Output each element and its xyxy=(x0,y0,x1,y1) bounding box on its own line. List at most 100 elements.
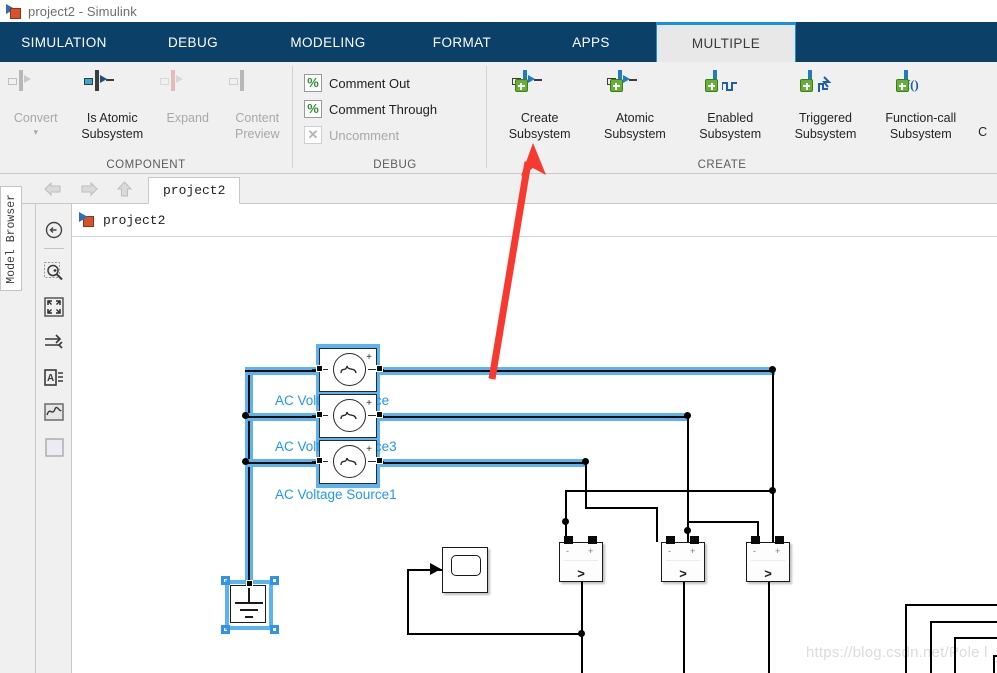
uncomment-button[interactable]: ✕ Uncomment xyxy=(300,122,403,148)
ac-voltage-source-0[interactable]: + xyxy=(312,348,384,392)
ribbon-group-create: Create Subsystem Atomic Subsystem Enable… xyxy=(492,62,997,174)
ac-port-right-3[interactable] xyxy=(376,411,383,418)
enabled-subsystem-label-1: Enabled xyxy=(707,111,754,125)
wire-nested-rect-4-h[interactable] xyxy=(993,655,997,657)
wire-vm1-output[interactable] xyxy=(581,582,583,673)
enabled-subsystem-button[interactable]: Enabled Subsystem xyxy=(683,68,778,142)
scope-block[interactable] xyxy=(442,547,488,593)
navigate-back-icon[interactable] xyxy=(40,216,68,244)
tab-modeling[interactable]: MODELING xyxy=(258,22,398,62)
tab-format[interactable]: FORMAT xyxy=(398,22,526,62)
content-preview-button[interactable]: Content Preview xyxy=(222,68,292,142)
wire-nested-rect-2-h[interactable] xyxy=(930,621,997,623)
blank-area-icon[interactable] xyxy=(40,433,68,461)
ac-port-left-0[interactable] xyxy=(316,365,323,372)
percent-comment-through-icon: % xyxy=(304,100,322,118)
title-bar: project2 - Simulink xyxy=(0,0,997,22)
wire-vm2-pos-drop[interactable] xyxy=(656,507,658,542)
wire-right-horizontal-top[interactable] xyxy=(565,490,774,492)
ac-voltage-source-1-label: AC Voltage Source1 xyxy=(275,487,397,502)
clipped-subsystem-button[interactable]: C xyxy=(968,68,997,140)
wire-right-bus-vertical[interactable] xyxy=(772,369,774,491)
up-arrow-icon[interactable] xyxy=(115,181,133,197)
navigation-bar: project2 xyxy=(0,174,997,204)
wire-row3-to-vm2-pos[interactable] xyxy=(585,507,657,509)
ac-voltage-source-1[interactable]: + xyxy=(312,440,384,484)
comment-out-button[interactable]: % Comment Out xyxy=(300,70,414,96)
convert-dropdown-caret[interactable]: ▾ xyxy=(33,124,38,140)
voltage-measurement-2[interactable]: - + > xyxy=(661,536,705,582)
vm-terminal-minus[interactable] xyxy=(666,536,675,544)
wire-vm1-neg-drop[interactable] xyxy=(565,490,567,542)
wire-nested-rect-3-v[interactable] xyxy=(954,637,956,673)
signal-routing-icon[interactable] xyxy=(40,328,68,356)
wire-vm2-output[interactable] xyxy=(683,582,685,673)
wire-nested-rect-4-v[interactable] xyxy=(993,655,995,673)
zoom-in-icon[interactable] xyxy=(40,258,68,286)
ac-voltage-source-3[interactable]: + xyxy=(312,394,384,438)
back-arrow-icon[interactable] xyxy=(43,181,61,197)
fit-to-view-icon[interactable] xyxy=(40,293,68,321)
comment-through-button[interactable]: % Comment Through xyxy=(300,96,441,122)
is-atomic-subsystem-button[interactable]: Is Atomic Subsystem xyxy=(72,68,153,142)
voltage-measurement-1[interactable]: - + > xyxy=(559,536,603,582)
tab-simulation[interactable]: SIMULATION xyxy=(0,22,128,62)
selection-handle-br[interactable] xyxy=(270,625,279,634)
wire-nested-rect-3-h[interactable] xyxy=(954,637,997,639)
ac-source-polarity: + xyxy=(366,398,372,409)
expand-button[interactable]: Expand xyxy=(153,68,223,126)
wire-vm3-neg-drop[interactable] xyxy=(772,490,774,542)
create-subsystem-label-2: Subsystem xyxy=(508,127,571,141)
vm-terminal-minus[interactable] xyxy=(564,536,573,544)
ribbon-group-title-debug: DEBUG xyxy=(373,159,417,171)
wire-vm2-neg-drop[interactable] xyxy=(687,415,689,542)
vm-terminal-minus[interactable] xyxy=(751,536,760,544)
ac-port-left-3[interactable] xyxy=(316,411,323,418)
vm-terminal-plus[interactable] xyxy=(588,536,597,544)
selected-wire-row1-right-core xyxy=(372,370,775,372)
ac-port-right-1[interactable] xyxy=(376,457,383,464)
tab-multiple[interactable]: MULTIPLE xyxy=(656,22,796,62)
ac-port-left-1[interactable] xyxy=(316,457,323,464)
forward-arrow-icon[interactable] xyxy=(80,181,98,197)
wire-junction xyxy=(769,366,776,373)
wire-nested-rect-1-h[interactable] xyxy=(905,604,997,606)
model-browser-tab[interactable]: Model Browser xyxy=(0,186,22,291)
vm-terminal-plus[interactable] xyxy=(775,536,784,544)
ribbon-divider-2 xyxy=(486,66,487,168)
selection-handle-tl[interactable] xyxy=(221,576,230,585)
wire-row2-to-vm3-pos[interactable] xyxy=(687,521,758,523)
selection-handle-bl[interactable] xyxy=(221,625,230,634)
tab-apps[interactable]: APPS xyxy=(526,22,656,62)
scope-viewer-icon[interactable] xyxy=(40,398,68,426)
triggered-subsystem-button[interactable]: Triggered Subsystem xyxy=(778,68,873,142)
convert-button[interactable]: Convert ▾ xyxy=(0,68,72,140)
wire-nested-rect-2-v[interactable] xyxy=(930,621,932,673)
ribbon-divider-1 xyxy=(292,66,293,168)
tab-debug[interactable]: DEBUG xyxy=(128,22,258,62)
wire-nested-rect-1-v[interactable] xyxy=(905,604,907,673)
triggered-subsystem-label-1: Triggered xyxy=(798,111,852,125)
is-atomic-subsystem-label-1: Is Atomic xyxy=(86,111,138,125)
function-call-subsystem-button[interactable]: f() Function-call Subsystem xyxy=(873,68,968,142)
wire-scope-loop-horizontal[interactable] xyxy=(407,633,583,635)
create-subsystem-button[interactable]: Create Subsystem xyxy=(492,68,587,142)
breadcrumb-tab-project2[interactable]: project2 xyxy=(148,177,241,204)
create-subsystem-icon xyxy=(511,70,557,106)
wire-vm3-output[interactable] xyxy=(768,582,770,673)
wire-junction xyxy=(578,630,585,637)
ground-port[interactable] xyxy=(246,580,253,587)
selection-handle-tr[interactable] xyxy=(270,576,279,585)
ground-block[interactable] xyxy=(230,585,266,623)
voltage-measurement-3[interactable]: - + > xyxy=(746,536,790,582)
window-title: project2 - Simulink xyxy=(28,3,137,19)
triggered-subsystem-label-2: Subsystem xyxy=(794,127,857,141)
wire-scope-loop-vertical[interactable] xyxy=(407,569,409,635)
annotation-icon[interactable]: A xyxy=(40,363,68,391)
vm-terminal-plus[interactable] xyxy=(690,536,699,544)
block-diagram-canvas[interactable]: https://blog.csdn.net/Pole l + AC + AC +… xyxy=(72,237,997,673)
ac-port-right-0[interactable] xyxy=(376,365,383,372)
scope-input-arrow-icon xyxy=(430,563,441,575)
atomic-subsystem-button[interactable]: Atomic Subsystem xyxy=(587,68,682,142)
wire-row3-vertical[interactable] xyxy=(585,461,587,507)
